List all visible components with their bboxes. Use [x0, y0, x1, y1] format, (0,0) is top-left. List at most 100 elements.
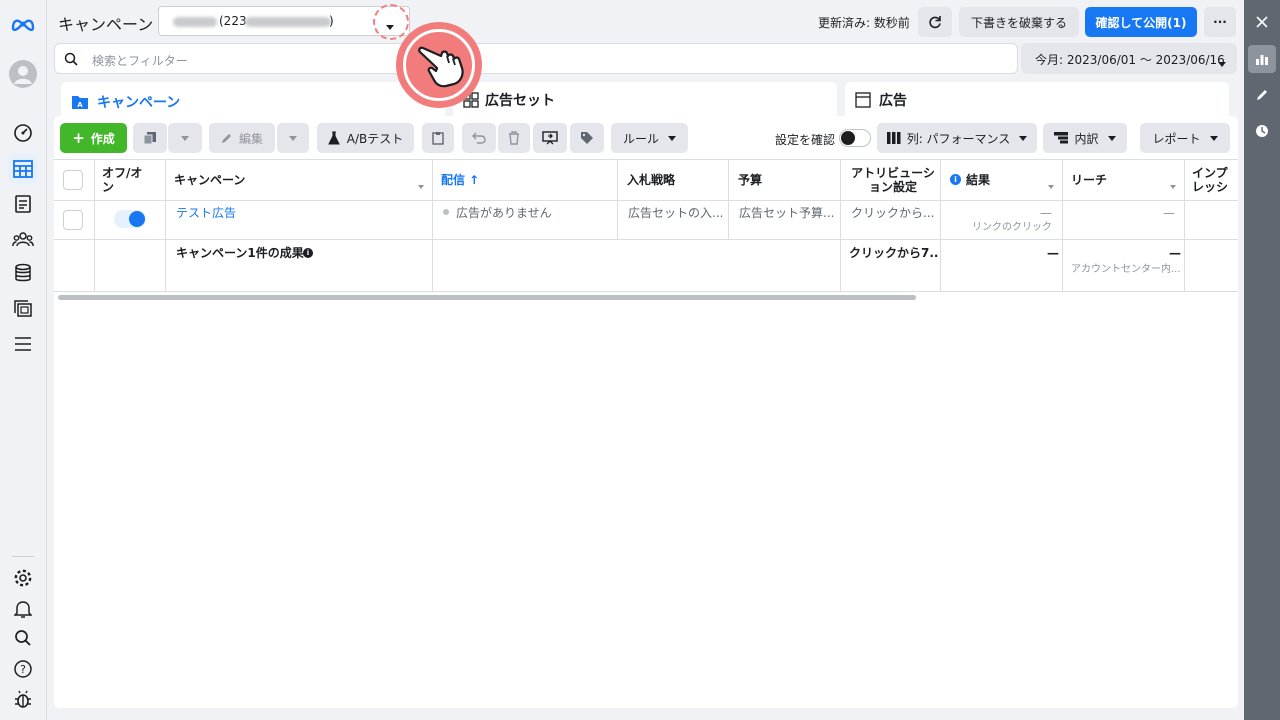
info-icon[interactable]: i — [303, 248, 313, 258]
header-reach[interactable]: リーチ — [1071, 173, 1107, 187]
refresh-icon — [929, 16, 941, 29]
clipboard-icon — [432, 132, 444, 145]
header-delivery[interactable]: 配信 ↑ — [441, 173, 479, 187]
ads-manager-table-icon[interactable] — [8, 154, 38, 184]
delete-button[interactable] — [498, 123, 530, 153]
table-row-border — [54, 239, 1238, 240]
review-publish-button[interactable]: 確認して公開(1) — [1085, 7, 1197, 37]
sort-chevron-icon[interactable] — [1170, 178, 1176, 192]
page-title: キャンペーン — [58, 15, 154, 34]
campaign-on-off-toggle[interactable] — [114, 210, 146, 228]
tag-button[interactable] — [570, 123, 604, 153]
sort-chevron-icon[interactable] — [418, 178, 424, 192]
columns-button[interactable]: 列: パフォーマンス — [877, 123, 1037, 153]
tab-campaigns-label: キャンペーン — [97, 95, 181, 111]
reach-value: — — [1163, 206, 1175, 220]
duplicate-dropdown-button[interactable] — [168, 123, 202, 153]
summary-label: キャンペーン1件の成果 — [176, 246, 304, 260]
chevron-down-icon — [1107, 135, 1116, 141]
preview-button[interactable] — [533, 123, 567, 153]
pencil-icon[interactable] — [1248, 81, 1276, 109]
search-filter-bar[interactable]: 検索とフィルター — [54, 43, 1018, 74]
tab-ads-label: 広告 — [879, 93, 907, 109]
col-divider — [617, 160, 618, 240]
bar-chart-icon[interactable] — [1248, 45, 1276, 73]
col-divider — [432, 160, 433, 291]
pointer-hand-overlay — [396, 22, 482, 108]
gear-icon[interactable] — [8, 563, 38, 593]
header-results[interactable]: 結果 — [966, 173, 990, 187]
campaign-folder-icon: A — [72, 96, 88, 109]
sort-chevron-icon[interactable] — [1048, 178, 1054, 192]
more-options-button[interactable]: ··· — [1204, 7, 1236, 37]
svg-text:?: ? — [20, 663, 26, 676]
clock-icon[interactable] — [1248, 117, 1276, 145]
pages-icon[interactable] — [8, 189, 38, 219]
tab-adsets-label: 広告セット — [485, 93, 555, 109]
bell-icon[interactable] — [8, 594, 38, 624]
edit-button[interactable]: 編集 — [209, 123, 275, 153]
header-budget[interactable]: 予算 — [738, 173, 762, 187]
header-campaign[interactable]: キャンペーン — [174, 173, 245, 187]
edit-dropdown-button[interactable] — [277, 123, 309, 153]
tab-adsets[interactable]: 広告セット — [453, 82, 837, 118]
bug-icon[interactable] — [8, 684, 38, 714]
campaign-name-link[interactable]: テスト広告 — [176, 206, 236, 220]
flask-icon — [327, 131, 340, 145]
tab-ads[interactable]: 広告 — [845, 82, 1229, 118]
date-range-picker[interactable]: 今月: 2023/06/01 〜 2023/06/16 — [1021, 43, 1237, 74]
chevron-down-icon — [1218, 56, 1226, 70]
date-range-label: 今月: 2023/06/01 〜 2023/06/16 — [1035, 53, 1225, 67]
help-icon[interactable]: ? — [8, 654, 38, 684]
breakdown-button[interactable]: 内訳 — [1043, 123, 1127, 153]
results-value: — — [1040, 206, 1052, 220]
col-divider — [1062, 160, 1063, 291]
summary-attribution: クリックから7... — [849, 246, 939, 260]
audiences-icon[interactable] — [8, 224, 38, 254]
billing-icon[interactable] — [8, 258, 38, 288]
create-button[interactable]: + 作成 — [60, 123, 127, 153]
report-button[interactable]: レポート — [1140, 123, 1230, 153]
select-all-checkbox[interactable] — [63, 170, 83, 190]
col-divider — [940, 160, 941, 291]
rules-label: ルール — [622, 131, 659, 146]
ad-window-icon — [855, 92, 871, 108]
discard-drafts-button[interactable]: 下書きを破棄する — [959, 7, 1079, 37]
undo-button[interactable] — [462, 123, 496, 153]
close-icon[interactable] — [1248, 8, 1276, 36]
delivery-status: 広告がありません — [456, 206, 552, 220]
search-icon[interactable] — [8, 623, 38, 653]
duplicate-button[interactable] — [133, 123, 167, 153]
toggle-knob — [841, 131, 855, 145]
trash-icon — [509, 131, 519, 145]
table-header-bottom-border — [54, 200, 1238, 201]
preview-icon — [542, 131, 558, 145]
header-impressions[interactable]: インプレッション — [1192, 166, 1238, 194]
tag-icon — [581, 132, 593, 144]
header-bid-strategy[interactable]: 入札戦略 — [627, 173, 675, 187]
summary-reach-note: アカウントセンター内... — [1071, 264, 1181, 275]
menu-icon[interactable] — [8, 329, 38, 359]
toggle-knob — [129, 211, 145, 227]
summary-results: — — [1047, 246, 1059, 260]
clipboard-button[interactable] — [422, 123, 454, 153]
media-library-icon[interactable] — [8, 294, 38, 324]
account-id-prefix: (223 — [219, 14, 247, 28]
ab-test-button[interactable]: A/Bテスト — [317, 123, 414, 153]
bid-strategy-value: 広告セットの入... — [628, 206, 724, 220]
info-icon[interactable]: i — [950, 174, 961, 185]
header-attribution[interactable]: アトリビューション設定 — [849, 166, 937, 194]
refresh-button[interactable] — [918, 7, 952, 37]
row-checkbox[interactable] — [63, 210, 83, 230]
horizontal-scrollbar[interactable] — [58, 295, 916, 300]
masked-account-id — [245, 17, 331, 27]
attribution-value: クリックから... — [851, 206, 935, 220]
meta-logo-icon[interactable] — [8, 9, 38, 39]
rules-button[interactable]: ルール — [611, 123, 688, 153]
dashboard-icon[interactable] — [8, 118, 38, 148]
avatar[interactable] — [8, 59, 38, 89]
review-settings-toggle[interactable] — [839, 129, 871, 147]
chevron-down-icon — [668, 135, 676, 141]
table-summary-border — [54, 291, 1238, 292]
breakdown-label: 内訳 — [1074, 131, 1099, 146]
